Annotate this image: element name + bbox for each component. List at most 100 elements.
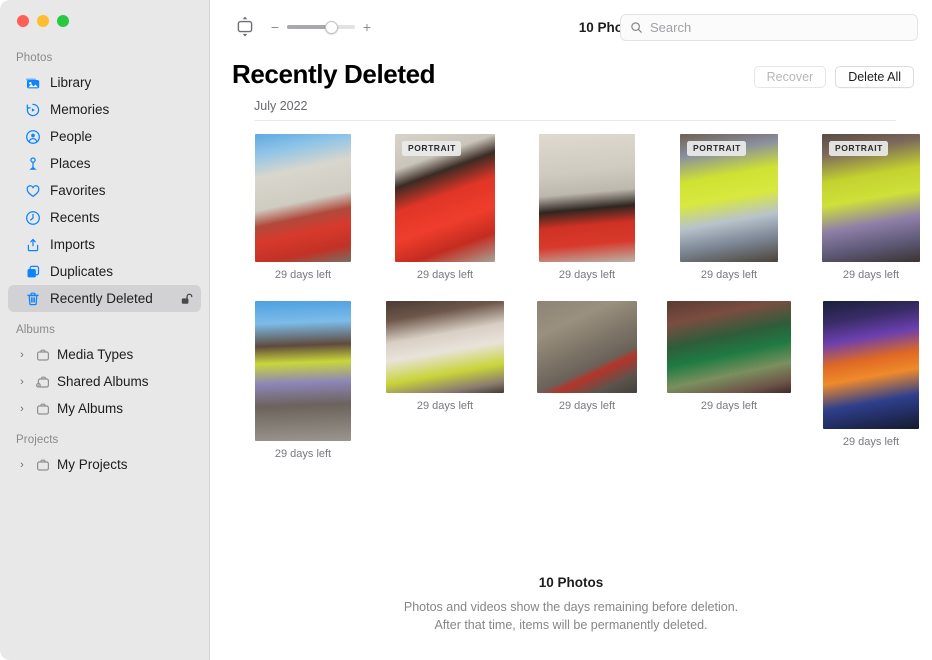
zoom-slider-knob[interactable] — [325, 21, 338, 34]
sidebar-item-label: My Albums — [57, 401, 193, 416]
photo-thumbnail[interactable] — [667, 301, 791, 393]
sidebar-item-my-projects[interactable]: › My Projects — [8, 451, 201, 478]
window-traffic-lights — [0, 0, 209, 40]
photo-grid-row: 29 days left 29 days left 29 days left 29 d… — [210, 281, 932, 460]
minimize-window-button[interactable] — [37, 15, 49, 27]
photo-cell[interactable]: 29 days left — [658, 301, 800, 412]
person-circle-icon — [24, 128, 41, 145]
photo-thumbnail[interactable] — [255, 301, 351, 441]
photo-thumbnail-wrapper[interactable] — [255, 134, 351, 262]
sidebar-item-label: Favorites — [50, 183, 193, 198]
toolbar: − + 10 Photos — [210, 0, 932, 54]
photo-days-left-caption: 29 days left — [843, 269, 899, 281]
photo-days-left-caption: 29 days left — [843, 436, 899, 448]
portrait-badge: PORTRAIT — [402, 141, 461, 156]
photo-days-left-caption: 29 days left — [417, 269, 473, 281]
photo-thumbnail-wrapper[interactable] — [386, 301, 504, 393]
sidebar-item-my-albums[interactable]: › My Albums — [8, 395, 201, 422]
close-window-button[interactable] — [17, 15, 29, 27]
photo-days-left-caption: 29 days left — [559, 269, 615, 281]
photo-thumbnail-wrapper[interactable]: PORTRAIT — [680, 134, 778, 262]
sidebar-item-library[interactable]: Library — [8, 69, 201, 96]
sidebar-item-recently-deleted[interactable]: Recently Deleted — [8, 285, 201, 312]
aspect-ratio-icon[interactable] — [230, 13, 260, 41]
sidebar-item-label: Memories — [50, 102, 193, 117]
photo-days-left-caption: 29 days left — [275, 269, 331, 281]
sidebar-item-label: Shared Albums — [57, 374, 193, 389]
unlocked-padlock-icon[interactable] — [179, 292, 193, 306]
footer-description-line-1: Photos and videos show the days remainin… — [210, 598, 932, 616]
sidebar-item-shared-albums[interactable]: › Shared Albums — [8, 368, 201, 395]
header-actions: Recover Delete All — [754, 60, 914, 88]
photo-grid[interactable]: 29 days leftPORTRAIT29 days left29 days … — [210, 121, 932, 575]
photos-app-window: Photos Library Memories — [0, 0, 932, 660]
photo-thumbnail-wrapper[interactable] — [667, 301, 791, 393]
heart-icon — [24, 182, 41, 199]
photo-thumbnail-wrapper[interactable] — [539, 134, 635, 262]
photo-days-left-caption: 29 days left — [417, 400, 473, 412]
sidebar-item-label: People — [50, 129, 193, 144]
chevron-right-icon[interactable]: › — [16, 459, 28, 471]
import-arrow-icon — [24, 236, 41, 253]
main-content: − + 10 Photos Recently Del — [210, 0, 932, 660]
delete-all-button[interactable]: Delete All — [835, 66, 914, 88]
shared-folder-icon — [34, 373, 51, 390]
photo-days-left-caption: 29 days left — [559, 400, 615, 412]
photo-thumbnail-wrapper[interactable]: PORTRAIT — [822, 134, 920, 262]
memories-play-icon — [24, 101, 41, 118]
search-field[interactable] — [620, 14, 918, 41]
photo-days-left-caption: 29 days left — [701, 269, 757, 281]
photo-cell[interactable]: 29 days left — [800, 301, 932, 448]
photo-grid-row: 29 days left PORTRAIT 29 days left 29 days … — [210, 121, 932, 281]
photo-thumbnail-wrapper[interactable] — [823, 301, 919, 429]
sidebar-item-memories[interactable]: Memories — [8, 96, 201, 123]
zoom-window-button[interactable] — [57, 15, 69, 27]
search-input[interactable] — [650, 20, 908, 35]
footer-photo-count: 10 Photos — [210, 575, 932, 590]
map-pin-icon — [24, 155, 41, 172]
photo-cell[interactable]: PORTRAIT 29 days left — [658, 134, 800, 281]
sidebar-item-people[interactable]: People — [8, 123, 201, 150]
photo-cell[interactable]: PORTRAIT 29 days left — [800, 134, 932, 281]
chevron-right-icon[interactable]: › — [16, 376, 28, 388]
sidebar-item-duplicates[interactable]: Duplicates — [8, 258, 201, 285]
recover-button[interactable]: Recover — [754, 66, 827, 88]
sidebar: Photos Library Memories — [0, 0, 210, 660]
chevron-right-icon[interactable]: › — [16, 403, 28, 415]
sidebar-item-recents[interactable]: Recents — [8, 204, 201, 231]
sidebar-item-places[interactable]: Places — [8, 150, 201, 177]
photo-thumbnail[interactable] — [386, 301, 504, 393]
folder-icon — [34, 400, 51, 417]
portrait-badge: PORTRAIT — [829, 141, 888, 156]
photo-cell[interactable]: 29 days left — [232, 301, 374, 460]
sidebar-item-favorites[interactable]: Favorites — [8, 177, 201, 204]
photo-days-left-caption: 29 days left — [275, 448, 331, 460]
photo-cell[interactable]: 29 days left — [232, 134, 374, 281]
zoom-slider-track[interactable] — [287, 25, 355, 29]
zoom-slider-control[interactable]: − + — [270, 20, 372, 34]
photo-cell[interactable]: PORTRAIT 29 days left — [374, 134, 516, 281]
photo-thumbnail[interactable] — [537, 301, 637, 393]
sidebar-item-label: My Projects — [57, 457, 193, 472]
photo-thumbnail-wrapper[interactable]: PORTRAIT — [395, 134, 495, 262]
photo-thumbnail[interactable] — [539, 134, 635, 262]
sidebar-item-imports[interactable]: Imports — [8, 231, 201, 258]
month-group-label: July 2022 — [254, 90, 896, 121]
zoom-in-label[interactable]: + — [362, 20, 372, 34]
folder-icon — [34, 346, 51, 363]
photo-thumbnail[interactable] — [255, 134, 351, 262]
photo-cell[interactable]: 29 days left — [374, 301, 516, 412]
photo-thumbnail[interactable] — [823, 301, 919, 429]
chevron-right-icon[interactable]: › — [16, 349, 28, 361]
photo-thumbnail-wrapper[interactable] — [537, 301, 637, 393]
content-header: Recently Deleted Recover Delete All — [210, 54, 932, 90]
photo-thumbnail-wrapper[interactable] — [255, 301, 351, 441]
folder-icon — [34, 456, 51, 473]
photo-cell[interactable]: 29 days left — [516, 301, 658, 412]
sidebar-item-media-types[interactable]: › Media Types — [8, 341, 201, 368]
photo-cell[interactable]: 29 days left — [516, 134, 658, 281]
photo-stack-icon — [24, 74, 41, 91]
zoom-out-label[interactable]: − — [270, 20, 280, 34]
sidebar-section-title-projects: Projects — [0, 422, 209, 451]
sidebar-item-label: Library — [50, 75, 193, 90]
